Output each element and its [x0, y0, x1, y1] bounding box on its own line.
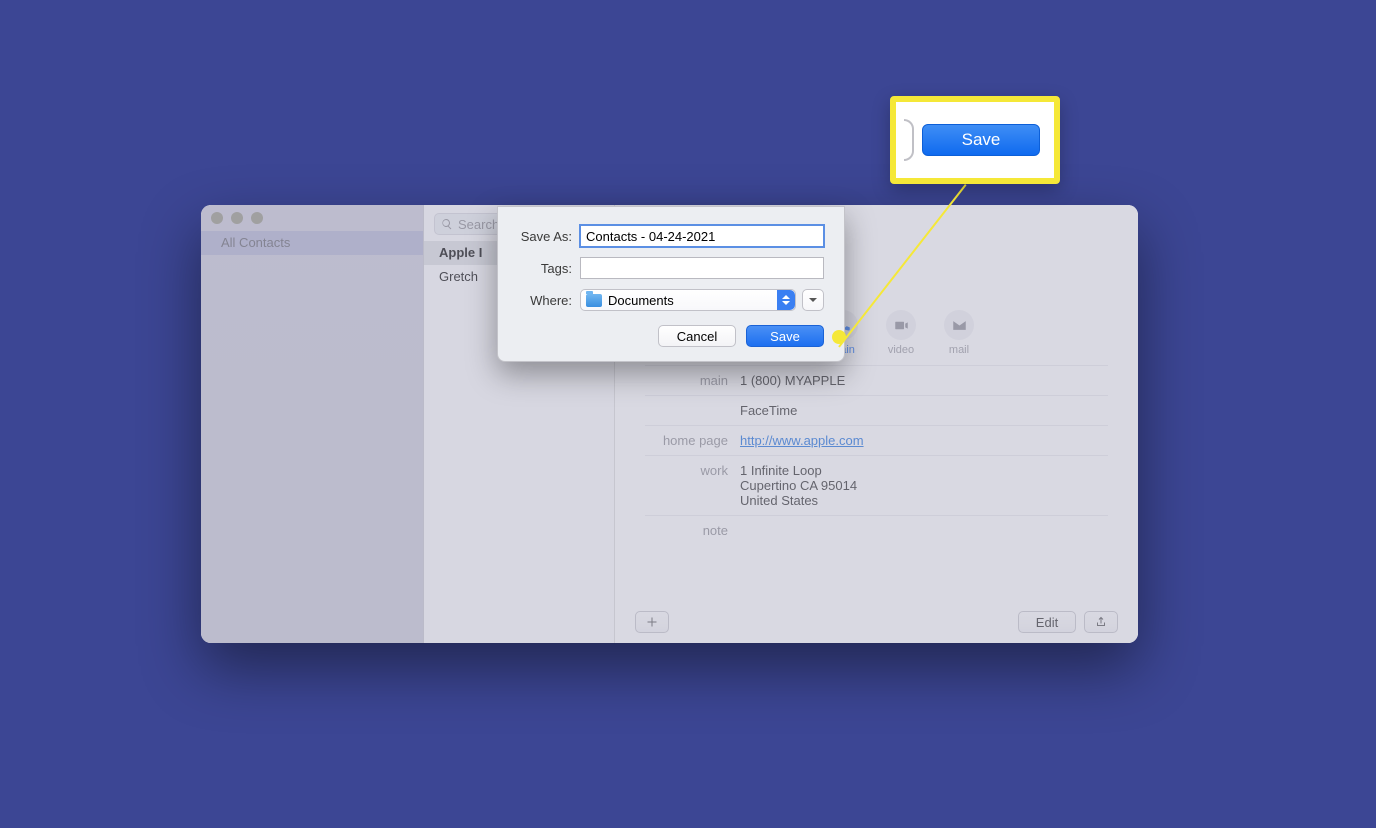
field-label: work — [645, 463, 740, 508]
action-label: video — [888, 344, 914, 356]
field-label: main — [645, 373, 740, 388]
search-icon — [441, 218, 453, 230]
tags-label: Tags: — [518, 261, 580, 276]
share-button[interactable] — [1084, 611, 1118, 633]
video-icon — [894, 318, 909, 333]
field-row-homepage: home page http://www.apple.com — [645, 425, 1108, 455]
detail-toolbar: Edit — [635, 611, 1118, 633]
save-button[interactable]: Save — [746, 325, 824, 347]
where-label: Where: — [518, 293, 580, 308]
field-row-work-address: work 1 Infinite Loop Cupertino CA 95014 … — [645, 455, 1108, 515]
contact-fields: main 1 (800) MYAPPLE FaceTime home page … — [645, 365, 1108, 545]
sidebar-item-label: All Contacts — [221, 235, 290, 250]
tags-input[interactable] — [580, 257, 824, 279]
field-label: home page — [645, 433, 740, 448]
minimize-window-button[interactable] — [231, 212, 243, 224]
list-item-label: Gretch — [439, 269, 478, 284]
callout-save-button: Save — [922, 124, 1040, 156]
callout-paren-icon — [904, 119, 914, 161]
folder-icon — [586, 294, 602, 307]
field-value: FaceTime — [740, 403, 1108, 418]
save-sheet: Save As: Tags: Where: Documents Cancel S… — [497, 206, 845, 362]
mail-icon — [952, 318, 967, 333]
field-value: 1 (800) MYAPPLE — [740, 373, 1108, 388]
add-button[interactable] — [635, 611, 669, 633]
cancel-button[interactable]: Cancel — [658, 325, 736, 347]
field-value: 1 Infinite Loop Cupertino CA 95014 Unite… — [740, 463, 1108, 508]
field-value[interactable] — [740, 523, 1108, 538]
action-video[interactable]: video — [886, 310, 916, 356]
edit-button[interactable]: Edit — [1018, 611, 1076, 633]
zoom-window-button[interactable] — [251, 212, 263, 224]
field-row-facetime: FaceTime — [645, 395, 1108, 425]
popup-arrows-icon — [777, 290, 795, 310]
plus-icon — [646, 616, 658, 628]
window-controls — [211, 212, 263, 224]
action-mail[interactable]: mail — [944, 310, 974, 356]
list-item-label: Apple I — [439, 245, 482, 260]
save-as-label: Save As: — [518, 229, 580, 244]
share-icon — [1095, 616, 1107, 628]
field-label — [645, 403, 740, 418]
sidebar-item-all-contacts[interactable]: All Contacts — [201, 231, 423, 255]
action-label: mail — [949, 344, 969, 356]
field-label: note — [645, 523, 740, 538]
field-row-phone: main 1 (800) MYAPPLE — [645, 365, 1108, 395]
callout-highlight: Save — [890, 96, 1060, 184]
where-popup[interactable]: Documents — [580, 289, 796, 311]
homepage-link[interactable]: http://www.apple.com — [740, 433, 864, 448]
expand-save-panel-button[interactable] — [802, 289, 824, 311]
callout-leader-dot — [832, 330, 846, 344]
close-window-button[interactable] — [211, 212, 223, 224]
where-value: Documents — [608, 293, 674, 308]
groups-sidebar: All Contacts — [201, 205, 424, 643]
save-as-input[interactable] — [580, 225, 824, 247]
field-row-note: note — [645, 515, 1108, 545]
search-placeholder: Search — [458, 217, 499, 232]
